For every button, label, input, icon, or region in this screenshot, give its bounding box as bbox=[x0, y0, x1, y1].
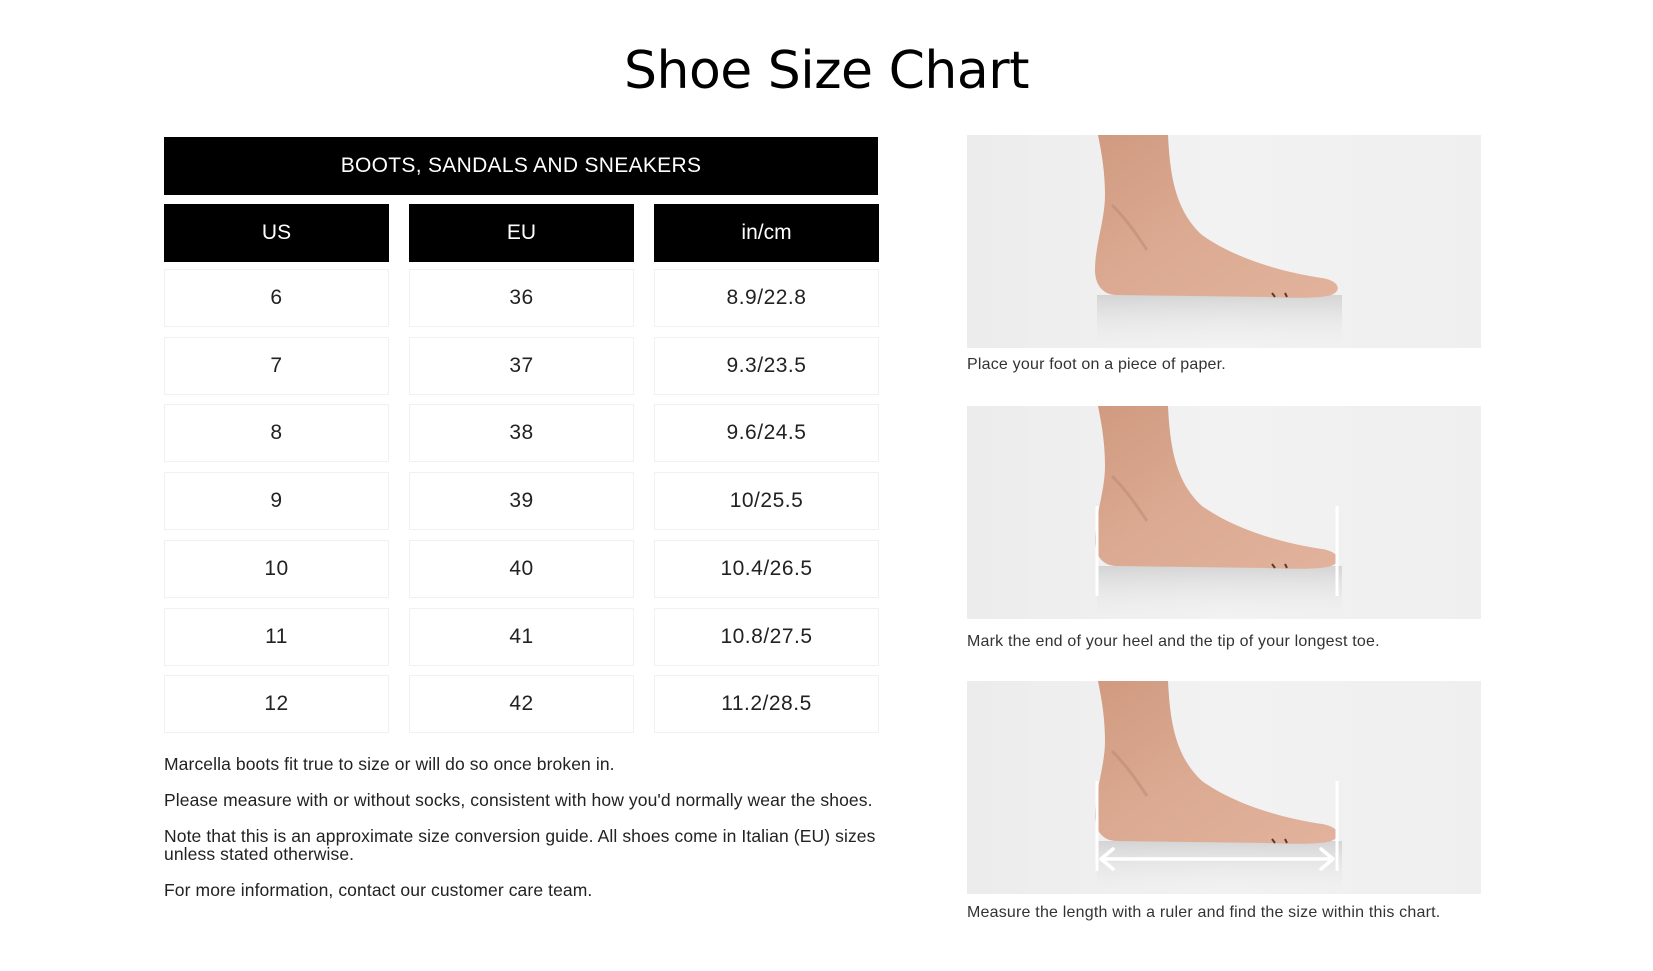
cell-us-size: 10 bbox=[164, 540, 389, 598]
cell-length: 10/25.5 bbox=[654, 472, 879, 530]
cell-length: 10.8/27.5 bbox=[654, 608, 879, 666]
cell-eu-size: 37 bbox=[409, 337, 634, 395]
cell-eu-size: 38 bbox=[409, 404, 634, 462]
cell-length: 10.4/26.5 bbox=[654, 540, 879, 598]
size-table-category-header: BOOTS, SANDALS AND SNEAKERS bbox=[164, 137, 878, 195]
step-3-foot-image bbox=[967, 681, 1481, 894]
note-paragraph: Marcella boots fit true to size or will … bbox=[164, 754, 615, 774]
page-title: Shoe Size Chart bbox=[624, 41, 1029, 101]
foot-illustration bbox=[967, 135, 1481, 348]
cell-length: 9.6/24.5 bbox=[654, 404, 879, 462]
step-1-caption: Place your foot on a piece of paper. bbox=[967, 356, 1226, 373]
cell-length: 8.9/22.8 bbox=[654, 269, 879, 327]
cell-us-size: 8 bbox=[164, 404, 389, 462]
fit-notes: Marcella boots fit true to size or will … bbox=[164, 755, 924, 917]
column-header-in-cm: in/cm bbox=[654, 204, 879, 262]
note-paragraph: Note that this is an approximate size co… bbox=[164, 826, 876, 864]
cell-length: 11.2/28.5 bbox=[654, 675, 879, 733]
step-2-caption: Mark the end of your heel and the tip of… bbox=[967, 633, 1380, 650]
step-1-foot-image bbox=[967, 135, 1481, 348]
cell-length: 9.3/23.5 bbox=[654, 337, 879, 395]
cell-eu-size: 36 bbox=[409, 269, 634, 327]
cell-eu-size: 40 bbox=[409, 540, 634, 598]
note-paragraph: For more information, contact our custom… bbox=[164, 880, 593, 900]
cell-eu-size: 42 bbox=[409, 675, 634, 733]
column-header-eu: EU bbox=[409, 204, 634, 262]
cell-us-size: 7 bbox=[164, 337, 389, 395]
step-2-foot-image bbox=[967, 406, 1481, 619]
cell-us-size: 6 bbox=[164, 269, 389, 327]
cell-us-size: 11 bbox=[164, 608, 389, 666]
note-paragraph: Please measure with or without socks, co… bbox=[164, 790, 873, 810]
foot-illustration bbox=[967, 681, 1481, 894]
cell-eu-size: 41 bbox=[409, 608, 634, 666]
cell-us-size: 9 bbox=[164, 472, 389, 530]
foot-illustration bbox=[967, 406, 1481, 619]
column-header-us: US bbox=[164, 204, 389, 262]
step-3-caption: Measure the length with a ruler and find… bbox=[967, 904, 1441, 921]
cell-eu-size: 39 bbox=[409, 472, 634, 530]
cell-us-size: 12 bbox=[164, 675, 389, 733]
